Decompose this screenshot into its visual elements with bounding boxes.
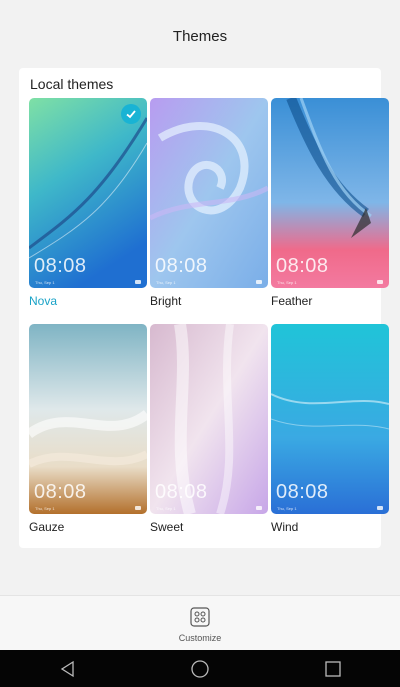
preview-clock: 08:08 <box>34 255 87 277</box>
camera-icon <box>377 506 383 510</box>
theme-label-gauze: Gauze <box>29 520 65 534</box>
page-title: Themes <box>172 27 228 45</box>
theme-tile-nova[interactable]: 08:08 Thu, Sep 1 Nova <box>29 98 147 308</box>
camera-icon <box>135 506 141 510</box>
theme-tile-gauze[interactable]: 08:08 Thu, Sep 1 Gauze <box>29 324 147 534</box>
preview-clock: 08:08 <box>155 255 208 277</box>
section-title: Local themes <box>30 76 114 92</box>
preview-date: Thu, Sep 1 <box>156 506 176 511</box>
status-bar <box>0 0 400 10</box>
preview-date: Thu, Sep 1 <box>277 506 297 511</box>
customize-button-label[interactable]: Customize <box>0 633 400 643</box>
theme-label-feather: Feather <box>271 294 313 308</box>
app-header: Themes <box>0 10 400 62</box>
selected-check-icon <box>121 104 141 124</box>
home-icon <box>191 659 209 678</box>
theme-thumbnail-nova[interactable]: 08:08 Thu, Sep 1 <box>29 98 147 288</box>
theme-label-nova: Nova <box>29 294 58 308</box>
recents-button[interactable] <box>303 650 363 687</box>
preview-clock: 08:08 <box>34 481 87 503</box>
system-navigation-bar <box>0 650 400 687</box>
camera-icon <box>256 506 262 510</box>
theme-label-bright: Bright <box>150 294 182 308</box>
theme-label-sweet: Sweet <box>150 520 184 534</box>
camera-icon <box>135 280 141 284</box>
preview-date: Thu, Sep 1 <box>277 280 297 285</box>
preview-clock: 08:08 <box>155 481 208 503</box>
preview-clock: 08:08 <box>276 255 329 277</box>
theme-tile-wind[interactable]: 08:08 Thu, Sep 1 Wind <box>271 324 389 534</box>
bottom-bar: Customize <box>0 595 400 651</box>
preview-date: Thu, Sep 1 <box>35 506 55 511</box>
theme-tile-feather[interactable]: 08:08 Thu, Sep 1 Feather <box>271 98 389 308</box>
theme-label-wind: Wind <box>271 520 299 534</box>
theme-thumbnail-wind[interactable]: 08:08 Thu, Sep 1 <box>271 324 389 514</box>
preview-date: Thu, Sep 1 <box>35 280 55 285</box>
preview-clock: 08:08 <box>276 481 329 503</box>
theme-tile-sweet[interactable]: 08:08 Thu, Sep 1 Sweet <box>150 324 268 534</box>
camera-icon <box>256 280 262 284</box>
theme-thumbnail-sweet[interactable]: 08:08 Thu, Sep 1 <box>150 324 268 514</box>
recents-icon <box>325 660 341 677</box>
local-themes-card: Local themes 08:08 Thu, Sep 1 Nova 08:08… <box>19 68 389 548</box>
back-icon <box>60 660 74 677</box>
home-button[interactable] <box>170 650 230 687</box>
customize-icon[interactable] <box>190 607 210 632</box>
theme-thumbnail-gauze[interactable]: 08:08 Thu, Sep 1 <box>29 324 147 514</box>
theme-tile-bright[interactable]: 08:08 Thu, Sep 1 Bright <box>150 98 268 308</box>
preview-date: Thu, Sep 1 <box>156 280 176 285</box>
camera-icon <box>377 280 383 284</box>
theme-thumbnail-feather[interactable]: 08:08 Thu, Sep 1 <box>271 98 389 288</box>
theme-thumbnail-bright[interactable]: 08:08 Thu, Sep 1 <box>150 98 268 288</box>
back-button[interactable] <box>37 650 97 687</box>
